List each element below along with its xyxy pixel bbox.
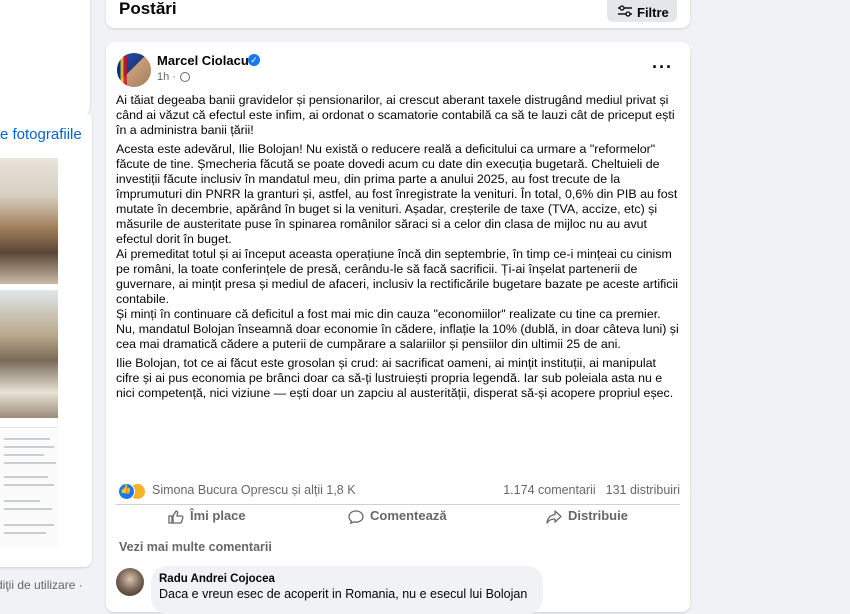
view-more-comments-link[interactable]: Vezi mai multe comentarii: [119, 540, 272, 554]
photo-thumbnail[interactable]: [0, 158, 58, 284]
commenter-name[interactable]: Radu Andrei Cojocea: [159, 573, 275, 585]
comment-bubble-icon: [348, 509, 364, 524]
post-card: Marcel Ciolacu ✓ 1h · ··· Ai tăiat degea…: [106, 42, 690, 614]
post-body: Ai tăiat degeaba banii gravidelor și pen…: [116, 93, 682, 405]
comment-text: Daca e vreun esec de acoperit in Romania…: [159, 587, 528, 601]
engagement-counts: 1.174 comentarii 131 distribuiri: [503, 483, 680, 497]
posts-header: Postări Filtre: [106, 0, 690, 28]
document-photo-thumbnail[interactable]: [0, 427, 58, 548]
thumbs-up-icon: [168, 509, 184, 524]
comment-label: Comentează: [370, 508, 447, 523]
footer-terms-link[interactable]: diţii de utilizare ·: [0, 578, 83, 592]
verified-badge-icon: ✓: [248, 54, 260, 66]
like-label: Îmi place: [190, 508, 246, 523]
share-label: Distribuie: [568, 508, 628, 523]
share-button[interactable]: Distribuie: [546, 508, 628, 528]
post-author-name[interactable]: Marcel Ciolacu: [157, 53, 249, 68]
post-paragraph: Ai tăiat degeaba banii gravidelor și pen…: [116, 93, 675, 137]
author-avatar[interactable]: [117, 53, 151, 87]
shares-count-link[interactable]: 131 distribuiri: [606, 483, 680, 497]
left-top-card: [0, 0, 90, 115]
filters-button[interactable]: Filtre: [607, 0, 677, 22]
divider: [116, 504, 680, 505]
comments-count-link[interactable]: 1.174 comentarii: [503, 483, 595, 497]
filter-sliders-icon: [618, 5, 632, 17]
globe-privacy-icon: [180, 72, 191, 83]
like-button[interactable]: Îmi place: [168, 508, 246, 528]
filters-label: Filtre: [637, 5, 669, 20]
comment-bubble: Radu Andrei Cojocea Daca e vreun esec de…: [151, 566, 543, 614]
photos-card: e fotografiile: [0, 112, 92, 567]
like-reaction-icon: [118, 483, 135, 500]
posts-title: Postări: [119, 0, 177, 18]
comment-button[interactable]: Comentează: [348, 508, 447, 528]
post-paragraph: Ilie Bolojan, tot ce ai făcut este groso…: [116, 356, 674, 400]
post-timestamp[interactable]: 1h ·: [157, 71, 191, 83]
commenter-avatar[interactable]: [116, 568, 144, 596]
see-all-photos-link[interactable]: e fotografiile: [0, 126, 82, 143]
more-options-icon[interactable]: ···: [652, 57, 673, 78]
share-arrow-icon: [546, 509, 562, 524]
post-time: 1h ·: [157, 71, 176, 83]
reactions-text: Simona Bucura Oprescu și alții 1,8 K: [152, 483, 356, 497]
photo-thumbnail[interactable]: [0, 290, 58, 418]
post-paragraph: Acesta este adevărul, Ilie Bolojan! Nu e…: [116, 142, 679, 351]
